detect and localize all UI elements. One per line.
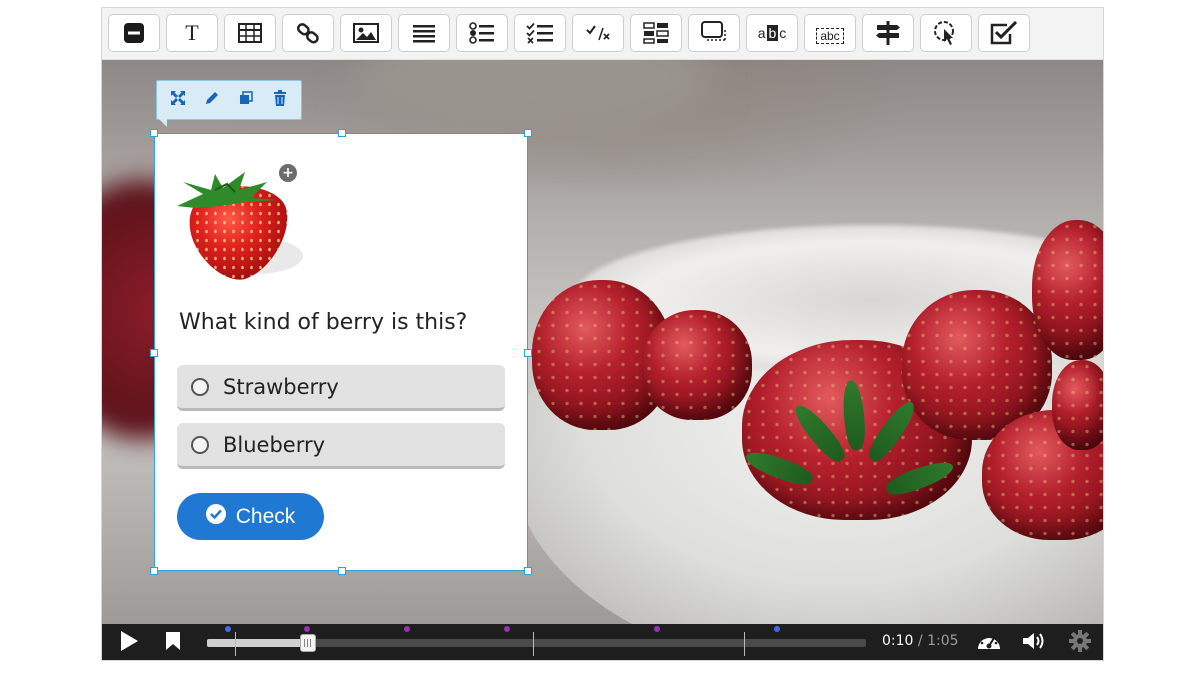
- question-image: [175, 164, 310, 284]
- resize-handle[interactable]: [150, 129, 158, 137]
- true-false-tool-button[interactable]: [572, 14, 624, 52]
- play-icon: [119, 630, 139, 657]
- speedometer-icon: [976, 631, 1002, 656]
- text-tool-button[interactable]: T: [166, 14, 218, 52]
- navigation-hotspot-tool-button[interactable]: [920, 14, 972, 52]
- strawberry: [1052, 360, 1103, 450]
- chapter-marker: [533, 632, 535, 656]
- resize-handle[interactable]: [150, 349, 158, 357]
- check-circle-icon: [205, 503, 226, 530]
- interaction-marker-dot[interactable]: [774, 626, 781, 632]
- time-separator: /: [917, 633, 923, 649]
- gear-icon: [1069, 629, 1091, 657]
- pencil-icon: [204, 90, 220, 111]
- bookmark-button[interactable]: [163, 631, 183, 656]
- signpost-icon: [875, 20, 901, 46]
- interaction-edit-toolbar: [156, 80, 302, 127]
- resize-handle[interactable]: [338, 129, 346, 137]
- trash-icon: [273, 89, 287, 111]
- seek-bar[interactable]: [207, 626, 866, 656]
- answer-option-strawberry[interactable]: Strawberry: [177, 365, 505, 411]
- copy-button[interactable]: [235, 89, 257, 111]
- hotspot-pointer-icon: [933, 20, 959, 46]
- table-icon: [238, 23, 262, 43]
- drag-drop-tool-button[interactable]: [630, 14, 682, 52]
- summary-tool-button[interactable]: [978, 14, 1030, 52]
- interaction-marker-dot[interactable]: [225, 626, 232, 632]
- playback-speed-button[interactable]: [976, 632, 1002, 654]
- interaction-marker-dot[interactable]: [304, 626, 311, 632]
- video-canvas[interactable]: + What kind of berry is this? Strawberry…: [102, 60, 1103, 624]
- answer-label: Strawberry: [223, 374, 339, 399]
- expand-icon: [170, 90, 186, 111]
- strawberry-image: [177, 172, 303, 280]
- drag-drop-icon: [643, 22, 669, 44]
- answer-option-blueberry[interactable]: Blueberry: [177, 423, 505, 469]
- settings-button[interactable]: [1068, 629, 1092, 657]
- expand-button[interactable]: [167, 89, 189, 111]
- resize-handle[interactable]: [524, 349, 532, 357]
- text-t-icon: T: [185, 20, 199, 45]
- volume-button[interactable]: [1022, 632, 1048, 654]
- image-tool-button[interactable]: [340, 14, 392, 52]
- time-display: 0:10 / 1:05: [882, 633, 959, 649]
- video-player-controls: 0:10 / 1:05: [102, 624, 1103, 660]
- fill-blanks-tool-button[interactable]: abc: [804, 14, 856, 52]
- content-toolbar: T a b c abc: [102, 8, 1103, 60]
- check-button-label: Check: [235, 504, 296, 528]
- resize-handle[interactable]: [524, 129, 532, 137]
- dialog-tool-button[interactable]: [688, 14, 740, 52]
- resize-handle[interactable]: [150, 567, 158, 575]
- strawberry: [1032, 220, 1103, 360]
- list-icon: [412, 23, 436, 43]
- link-tool-button[interactable]: [282, 14, 334, 52]
- answer-label: Blueberry: [223, 432, 326, 457]
- table-tool-button[interactable]: [224, 14, 276, 52]
- interaction-marker-dot[interactable]: [404, 626, 411, 632]
- interaction-marker-dot[interactable]: [503, 626, 510, 632]
- checklist-icon: [526, 22, 554, 44]
- crossroads-tool-button[interactable]: [862, 14, 914, 52]
- interaction-marker-dot[interactable]: [654, 626, 661, 632]
- delete-button[interactable]: [269, 89, 291, 111]
- multiple-choice-tool-button[interactable]: [514, 14, 566, 52]
- bookmark-icon: [165, 631, 181, 656]
- strawberry: [642, 310, 752, 420]
- image-icon: [353, 23, 379, 43]
- list-tool-button[interactable]: [398, 14, 450, 52]
- bulleted-list-icon: [469, 22, 495, 44]
- chapter-marker: [744, 632, 746, 656]
- interactive-video-editor: T a b c abc + What kind of berry is this…: [101, 7, 1104, 661]
- resize-handle[interactable]: [524, 567, 532, 575]
- check-x-icon: [586, 24, 610, 42]
- copy-icon: [239, 90, 253, 110]
- current-time: 0:10: [882, 633, 914, 649]
- seek-bar-progress: [207, 639, 308, 647]
- resize-handle[interactable]: [338, 567, 346, 575]
- fill-blanks-icon: abc: [816, 28, 844, 44]
- statement-block-tool-button[interactable]: [108, 14, 160, 52]
- checkbox-tick-icon: [990, 21, 1018, 45]
- check-button[interactable]: Check: [177, 493, 324, 540]
- edit-button[interactable]: [201, 89, 223, 111]
- total-time: 1:05: [927, 633, 959, 649]
- mark-words-tool-button[interactable]: abc: [746, 14, 798, 52]
- link-icon: [296, 21, 320, 45]
- play-button[interactable]: [118, 630, 140, 657]
- volume-icon: [1022, 631, 1048, 656]
- minus-block-icon: [123, 22, 145, 44]
- bulleted-list-tool-button[interactable]: [456, 14, 508, 52]
- chapter-marker: [234, 632, 236, 656]
- question-text: What kind of berry is this?: [179, 310, 468, 335]
- multiple-choice-question-card[interactable]: + What kind of berry is this? Strawberry…: [150, 129, 532, 575]
- radio-circle-icon[interactable]: [191, 435, 209, 454]
- dialog-box-icon: [701, 21, 727, 45]
- mark-words-icon: abc: [757, 25, 787, 41]
- add-image-badge[interactable]: +: [279, 164, 297, 182]
- seek-bar-handle[interactable]: [299, 634, 316, 652]
- radio-circle-icon[interactable]: [191, 377, 209, 396]
